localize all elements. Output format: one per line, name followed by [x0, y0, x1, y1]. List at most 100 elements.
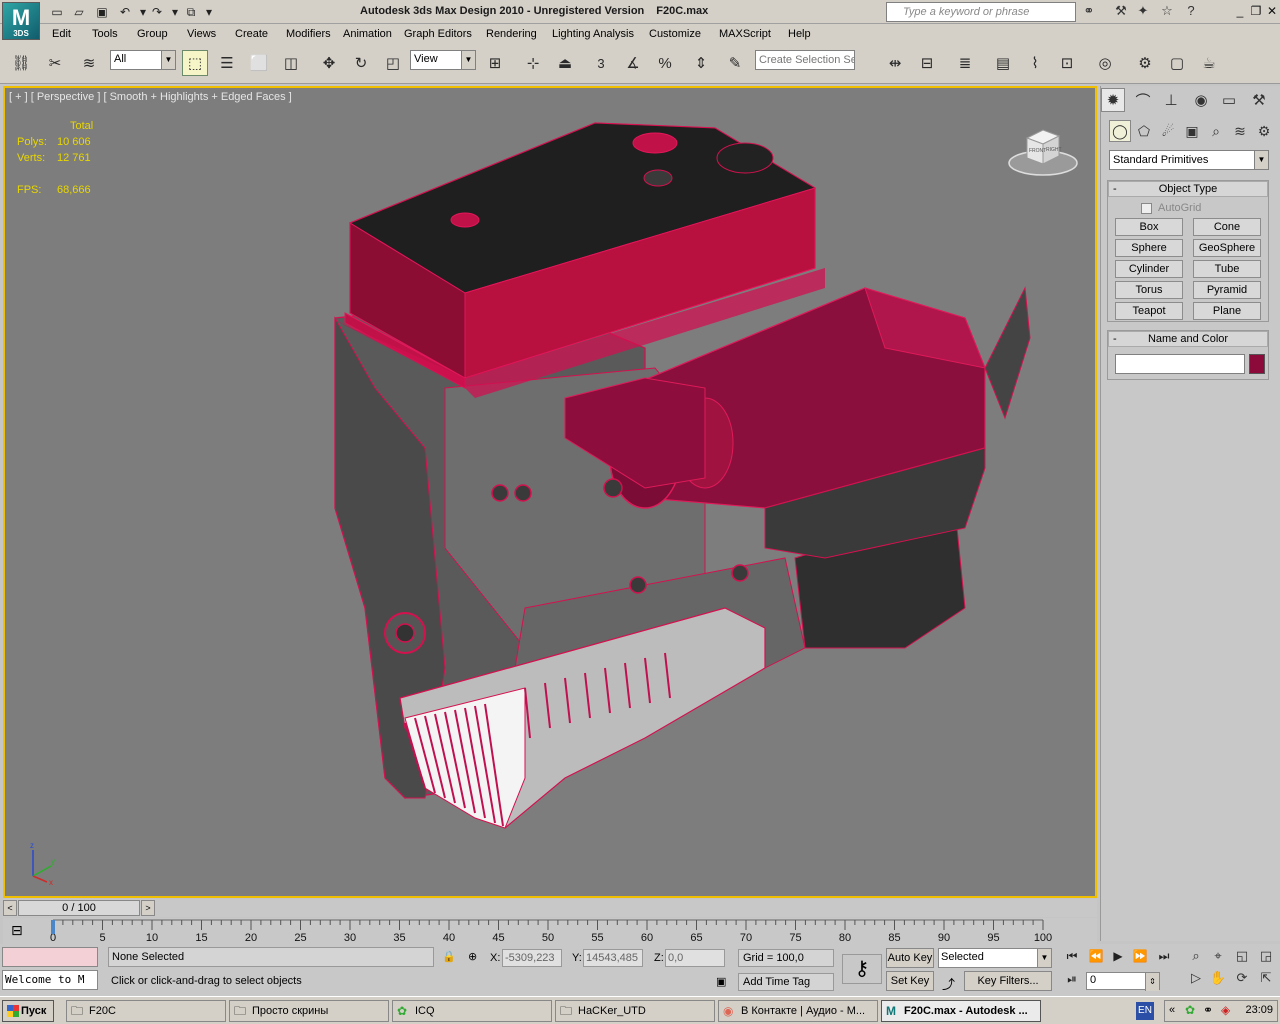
go-to-end-icon[interactable]: ⏭ — [1154, 949, 1174, 967]
maxscript-listener[interactable]: Welcome to M — [2, 970, 98, 990]
menu-tools[interactable]: Tools — [92, 28, 118, 40]
plane-button[interactable]: Plane — [1193, 302, 1261, 320]
zoom-all-icon[interactable]: ⌖ — [1208, 948, 1228, 968]
teapot-button[interactable]: Teapot — [1115, 302, 1183, 320]
menu-customize[interactable]: Customize — [649, 28, 701, 40]
set-key-button[interactable]: Set Key — [886, 971, 934, 991]
next-frame-arrow-icon[interactable]: > — [141, 900, 155, 916]
zoom-icon[interactable]: ⌕ — [1186, 948, 1206, 968]
task-browser[interactable]: ◉ В Контакте | Аудио - M... — [718, 1000, 878, 1022]
task-hacker-folder[interactable]: 🗀 HaCKer_UTD — [555, 1000, 715, 1022]
default-tangents-icon[interactable]: ⤴ — [942, 974, 955, 993]
icq-tray-icon[interactable]: ✿ — [1185, 1003, 1195, 1017]
menu-help[interactable]: Help — [788, 28, 811, 40]
geosphere-button[interactable]: GeoSphere — [1193, 239, 1261, 257]
menu-modifiers[interactable]: Modifiers — [286, 28, 331, 40]
systems-icon[interactable]: ⚙ — [1253, 120, 1275, 142]
pyramid-button[interactable]: Pyramid — [1193, 281, 1261, 299]
autogrid-checkbox[interactable]: AutoGrid — [1141, 202, 1201, 214]
quick-access-dropdown-icon[interactable]: ▾ — [200, 3, 218, 21]
keyboard-shortcut-icon[interactable]: ⏏ — [552, 50, 578, 76]
search-input[interactable]: Type a keyword or phrase — [886, 2, 1076, 22]
render-production-icon[interactable]: ☕ — [1196, 50, 1222, 76]
tube-button[interactable]: Tube — [1193, 260, 1261, 278]
select-manipulate-icon[interactable]: ⊹ — [520, 50, 546, 76]
time-tag-icon[interactable]: ▣ — [716, 975, 726, 988]
utilities-tab-icon[interactable]: ⚒ — [1247, 88, 1271, 112]
menu-animation[interactable]: Animation — [343, 28, 392, 40]
restore-icon[interactable]: ❐ — [1248, 4, 1264, 20]
object-type-header[interactable]: - Object Type — [1108, 181, 1268, 197]
auto-key-button[interactable]: Auto Key — [886, 948, 934, 968]
set-keys-icon[interactable]: ⚷ — [842, 954, 882, 984]
create-tab-icon[interactable]: ✹ — [1101, 88, 1125, 112]
graphite-icon[interactable]: ▤ — [990, 50, 1016, 76]
tray-expand-icon[interactable]: « — [1169, 1004, 1175, 1016]
cylinder-button[interactable]: Cylinder — [1115, 260, 1183, 278]
shapes-icon[interactable]: ⬠ — [1133, 120, 1155, 142]
move-icon[interactable]: ✥ — [316, 50, 342, 76]
zoom-extents-all-icon[interactable]: ◲ — [1256, 948, 1276, 968]
edit-named-sets-icon[interactable]: ✎ — [722, 50, 748, 76]
link-icon[interactable]: ⛓ — [8, 50, 34, 76]
angle-snap-icon[interactable]: ∡ — [620, 50, 646, 76]
bind-spacewarp-icon[interactable]: ≋ — [76, 50, 102, 76]
undo-icon[interactable]: ↶ — [116, 3, 134, 21]
ref-coord-dropdown[interactable]: View ▼ — [410, 50, 476, 70]
select-by-name-icon[interactable]: ☰ — [214, 50, 240, 76]
maxscript-mini-listener[interactable] — [2, 947, 98, 967]
key-filters-button[interactable]: Key Filters... — [964, 971, 1052, 991]
communication-icon[interactable]: ✦ — [1134, 3, 1152, 21]
new-file-icon[interactable]: ▭ — [48, 3, 66, 21]
favorites-icon[interactable]: ☆ — [1158, 3, 1176, 21]
project-folder-icon[interactable]: ⧉ — [182, 3, 200, 21]
key-mode-dropdown[interactable]: Selected ▼ — [938, 948, 1052, 968]
prev-frame-icon[interactable]: ⏪ — [1086, 949, 1106, 967]
language-indicator[interactable]: EN — [1136, 1002, 1154, 1020]
named-selection-input[interactable]: Create Selection Se — [755, 50, 855, 70]
redo-icon[interactable]: ↷ — [148, 3, 166, 21]
scale-icon[interactable]: ◰ — [380, 50, 406, 76]
key-mode-toggle-icon[interactable]: ⏯ — [1062, 972, 1082, 990]
box-button[interactable]: Box — [1115, 218, 1183, 236]
menu-graph-editors[interactable]: Graph Editors — [404, 28, 472, 40]
spacewarps-icon[interactable]: ≋ — [1229, 120, 1251, 142]
perspective-viewport[interactable]: [ + ] [ Perspective ] [ Smooth + Highlig… — [3, 86, 1097, 898]
task-3dsmax[interactable]: M F20C.max - Autodesk ... — [881, 1000, 1041, 1022]
next-frame-icon[interactable]: ⏩ — [1130, 949, 1150, 967]
go-to-start-icon[interactable]: ⏮ — [1062, 949, 1082, 967]
play-icon[interactable]: ▶ — [1108, 949, 1128, 967]
curve-editor-icon[interactable]: ⌇ — [1022, 50, 1048, 76]
menu-maxscript[interactable]: MAXScript — [719, 28, 771, 40]
viewcube-right-label[interactable]: RIGHT — [1046, 147, 1062, 153]
mirror-icon[interactable]: ⇹ — [882, 50, 908, 76]
absolute-mode-icon[interactable]: ⊕ — [468, 950, 477, 963]
primitive-category-dropdown[interactable]: Standard Primitives ▼ — [1109, 150, 1269, 170]
viewcube[interactable]: FRONT RIGHT — [1005, 118, 1081, 178]
menu-group[interactable]: Group — [137, 28, 168, 40]
sphere-button[interactable]: Sphere — [1115, 239, 1183, 257]
select-object-icon[interactable]: ⬚ — [182, 50, 208, 76]
material-editor-icon[interactable]: ◎ — [1092, 50, 1118, 76]
open-file-icon[interactable]: ▱ — [70, 3, 88, 21]
motion-tab-icon[interactable]: ◉ — [1189, 88, 1213, 112]
rect-selection-icon[interactable]: ⬜ — [246, 50, 272, 76]
orbit-icon[interactable]: ⟳ — [1232, 970, 1252, 990]
current-frame-spinner[interactable]: 0 ⇕ — [1086, 972, 1160, 991]
network-icon[interactable]: ⚭ — [1203, 1003, 1213, 1017]
current-frame-marker[interactable] — [51, 920, 55, 934]
minimize-icon[interactable]: _ — [1232, 4, 1248, 20]
display-tab-icon[interactable]: ▭ — [1217, 88, 1241, 112]
app-logo[interactable]: M 3DS — [2, 2, 40, 40]
pivot-icon[interactable]: ⊞ — [482, 50, 508, 76]
antivirus-icon[interactable]: ◈ — [1221, 1003, 1230, 1017]
close-icon[interactable]: ✕ — [1264, 4, 1280, 20]
viewport-label[interactable]: [ + ] [ Perspective ] [ Smooth + Highlig… — [9, 91, 292, 103]
maximize-viewport-icon[interactable]: ⇱ — [1256, 970, 1276, 990]
snaps-toggle-icon[interactable]: 3 — [588, 50, 614, 76]
zoom-extents-icon[interactable]: ◱ — [1232, 948, 1252, 968]
layer-manager-icon[interactable]: ≣ — [952, 50, 978, 76]
task-screens-folder[interactable]: 🗀 Просто скрины — [229, 1000, 389, 1022]
torus-button[interactable]: Torus — [1115, 281, 1183, 299]
save-icon[interactable]: ▣ — [93, 3, 111, 21]
